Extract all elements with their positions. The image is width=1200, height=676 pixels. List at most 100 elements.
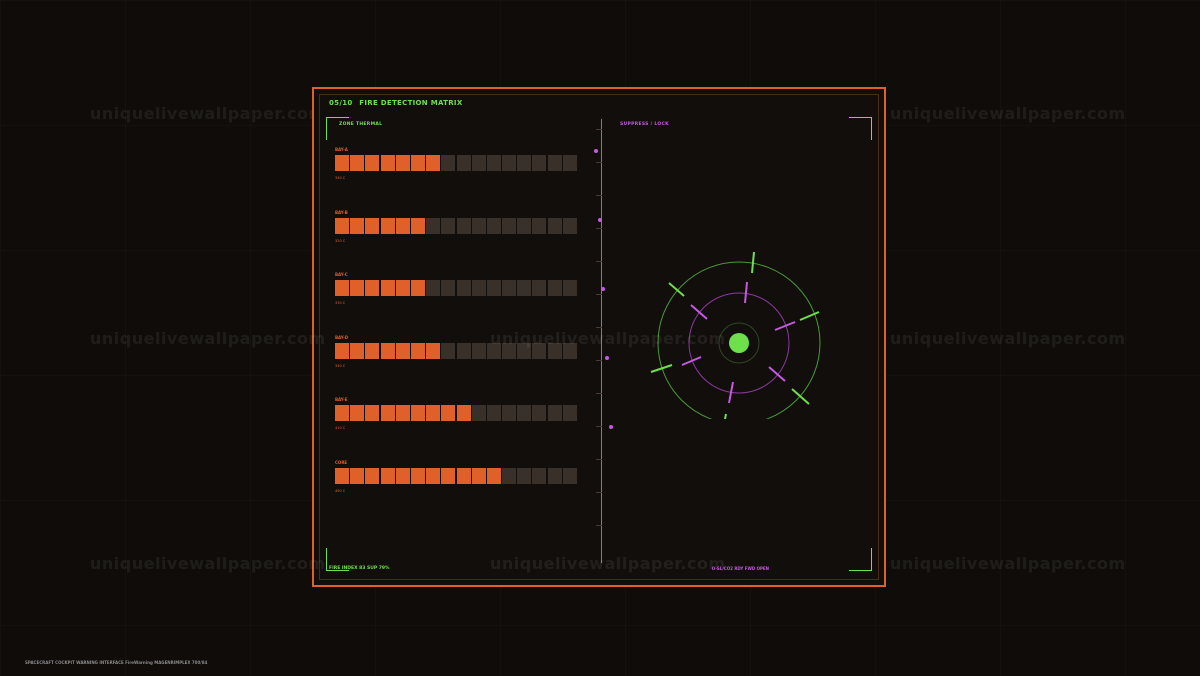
heat-cell-inactive <box>456 155 471 171</box>
heat-cell-active <box>335 342 349 359</box>
heat-cell-active <box>395 217 410 234</box>
heat-cell-inactive <box>426 217 441 234</box>
heat-cell-active <box>335 155 349 171</box>
corner-bracket-bottom-right <box>849 548 872 571</box>
heat-cell-active <box>380 405 395 422</box>
radar-tick <box>724 413 727 419</box>
heat-cell-inactive <box>562 280 577 297</box>
radar-tick <box>768 366 786 382</box>
axis-tick <box>596 525 602 526</box>
heat-cell-inactive <box>486 280 501 297</box>
heat-cell-active <box>395 405 410 422</box>
bay-label: BAY-C <box>335 272 348 278</box>
heat-cell-active <box>365 280 380 297</box>
bay-row: BAY-E 410 C <box>335 397 585 437</box>
bay-temperature: 330 C <box>335 301 346 306</box>
heat-cell-active <box>350 155 365 171</box>
heat-cell-active <box>471 468 486 484</box>
bay-temperature: 340 C <box>335 176 346 180</box>
status-marker <box>594 149 598 153</box>
bay-temperature: 410 C <box>335 426 346 431</box>
bay-heat-bar <box>335 405 578 422</box>
heat-cell-active <box>335 217 349 234</box>
heat-cell-active <box>441 468 456 484</box>
heat-cell-inactive <box>471 217 486 234</box>
heat-cell-inactive <box>502 405 517 422</box>
watermark: uniquelivewallpaper.com <box>90 329 326 348</box>
heat-cell-active <box>441 405 456 422</box>
bay-heat-bar <box>335 280 578 297</box>
heat-cell-inactive <box>547 405 562 422</box>
bay-heat-bar <box>335 468 578 484</box>
heat-cell-inactive <box>471 342 486 359</box>
heat-cell-active <box>456 468 471 484</box>
credit-line: SPACECRAFT COCKPIT WARNING INTERFACE Fir… <box>25 660 208 665</box>
heat-cell-active <box>350 280 365 297</box>
heat-cell-inactive <box>486 155 501 171</box>
axis-tick <box>596 360 602 361</box>
axis-tick <box>596 426 602 427</box>
heat-cell-active <box>410 405 425 422</box>
heat-cell-active <box>380 217 395 234</box>
heat-cell-active <box>395 468 410 484</box>
bay-temperature: 320 C <box>335 238 346 243</box>
heat-cell-inactive <box>517 217 532 234</box>
heat-cell-active <box>380 468 395 484</box>
bay-temperature: 460 C <box>335 489 346 493</box>
radar-tick <box>751 251 755 274</box>
watermark: uniquelivewallpaper.com <box>90 104 326 123</box>
bay-label: BAY-A <box>335 147 348 152</box>
heat-cell-inactive <box>547 155 562 171</box>
watermark: uniquelivewallpaper.com <box>490 554 726 573</box>
heat-cell-active <box>426 468 441 484</box>
heat-cell-inactive <box>456 217 471 234</box>
zone-thermal-label: ZONE THERMAL <box>339 122 383 127</box>
heat-cell-active <box>350 468 365 484</box>
heat-cell-active <box>410 342 425 359</box>
heat-cell-inactive <box>456 280 471 297</box>
heat-cell-active <box>380 342 395 359</box>
axis-tick <box>596 492 602 493</box>
bay-heat-bar <box>335 155 578 171</box>
axis-tick <box>596 195 602 196</box>
heat-cell-inactive <box>532 217 547 234</box>
radar-tick <box>668 282 685 297</box>
watermark: uniquelivewallpaper.com <box>890 554 1126 573</box>
heat-cell-active <box>395 342 410 359</box>
bay-row: CORE 460 C <box>335 460 585 500</box>
bay-row: BAY-B 320 C <box>335 210 585 250</box>
bay-row: BAY-C 330 C <box>335 272 585 312</box>
heat-cell-inactive <box>441 155 456 171</box>
axis-tick <box>596 294 602 295</box>
panel-index: 05/10 <box>329 99 353 107</box>
heat-cell-inactive <box>471 405 486 422</box>
axis-tick <box>596 162 602 163</box>
bay-label: CORE <box>335 460 348 465</box>
heat-cell-active <box>350 405 365 422</box>
heat-cell-inactive <box>456 342 471 359</box>
status-marker <box>601 287 605 291</box>
axis-tick <box>596 327 602 328</box>
heat-cell-active <box>456 405 471 422</box>
heat-cell-inactive <box>471 155 486 171</box>
heat-cell-inactive <box>502 280 517 297</box>
axis-tick <box>596 459 602 460</box>
watermark: uniquelivewallpaper.com <box>890 329 1126 348</box>
heat-cell-inactive <box>517 155 532 171</box>
bay-label: BAY-E <box>335 397 348 403</box>
heat-cell-inactive <box>502 468 517 484</box>
heat-cell-active <box>395 155 410 171</box>
axis-tick <box>596 393 602 394</box>
heat-cell-inactive <box>532 280 547 297</box>
heat-cell-active <box>350 217 365 234</box>
heat-cell-active <box>335 280 349 297</box>
heat-cell-active <box>410 217 425 234</box>
heat-cell-inactive <box>471 280 486 297</box>
axis-tick <box>596 228 602 229</box>
heat-cell-inactive <box>547 468 562 484</box>
heat-cell-inactive <box>562 405 577 422</box>
heat-cell-inactive <box>562 468 577 484</box>
heat-cell-inactive <box>517 280 532 297</box>
bay-label: BAY-B <box>335 209 348 215</box>
heat-cell-inactive <box>441 217 456 234</box>
